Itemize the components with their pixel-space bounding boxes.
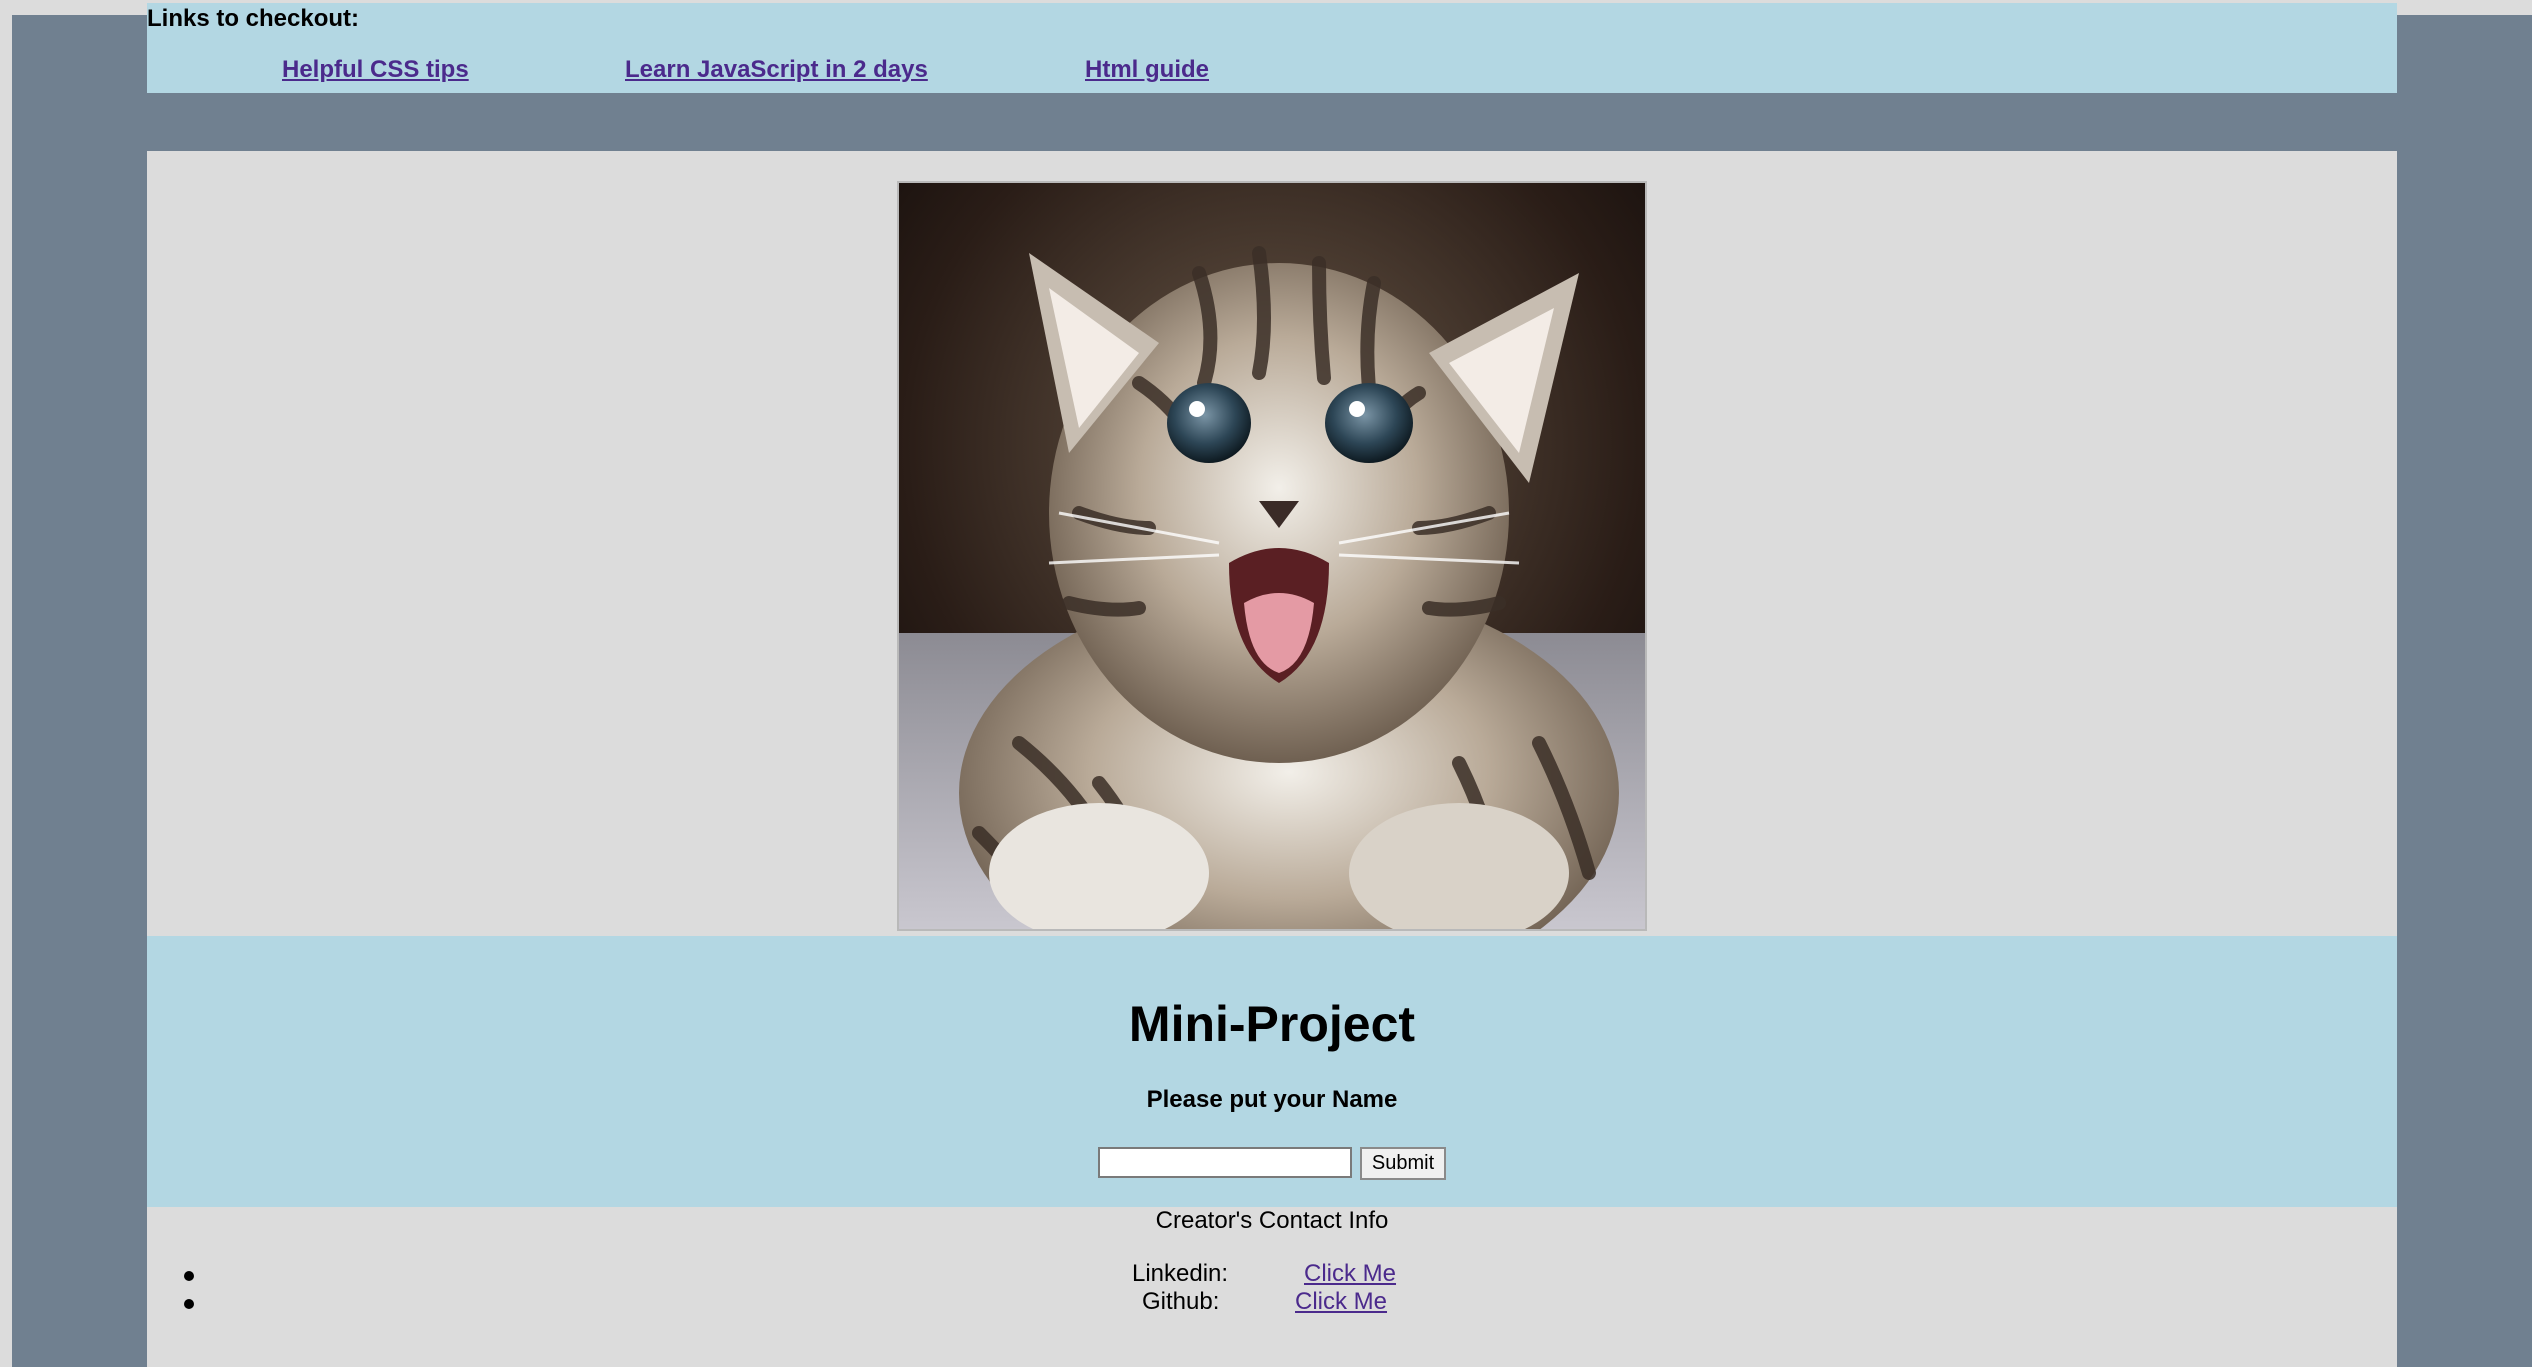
links-panel	[147, 3, 2397, 93]
list-bullet	[184, 1271, 194, 1281]
name-prompt: Please put your Name	[1146, 1086, 1398, 1113]
link-html-guide[interactable]: Html guide	[1085, 52, 1209, 88]
contact-heading: Creator's Contact Info	[1155, 1207, 1389, 1234]
project-title: Mini-Project	[1128, 996, 1416, 1052]
linkedin-label: Linkedin:	[1132, 1260, 1229, 1287]
links-heading: Links to checkout:	[147, 5, 360, 32]
link-javascript[interactable]: Learn JavaScript in 2 days	[625, 52, 928, 88]
kitten-image	[897, 181, 1647, 931]
linkedin-link[interactable]: Click Me	[1304, 1259, 1396, 1289]
link-css-tips[interactable]: Helpful CSS tips	[282, 52, 469, 88]
github-link[interactable]: Click Me	[1295, 1287, 1387, 1317]
github-label: Github:	[1142, 1288, 1220, 1315]
submit-button[interactable]: Submit	[1360, 1147, 1446, 1180]
list-bullet	[184, 1299, 194, 1309]
name-input[interactable]	[1098, 1147, 1352, 1178]
